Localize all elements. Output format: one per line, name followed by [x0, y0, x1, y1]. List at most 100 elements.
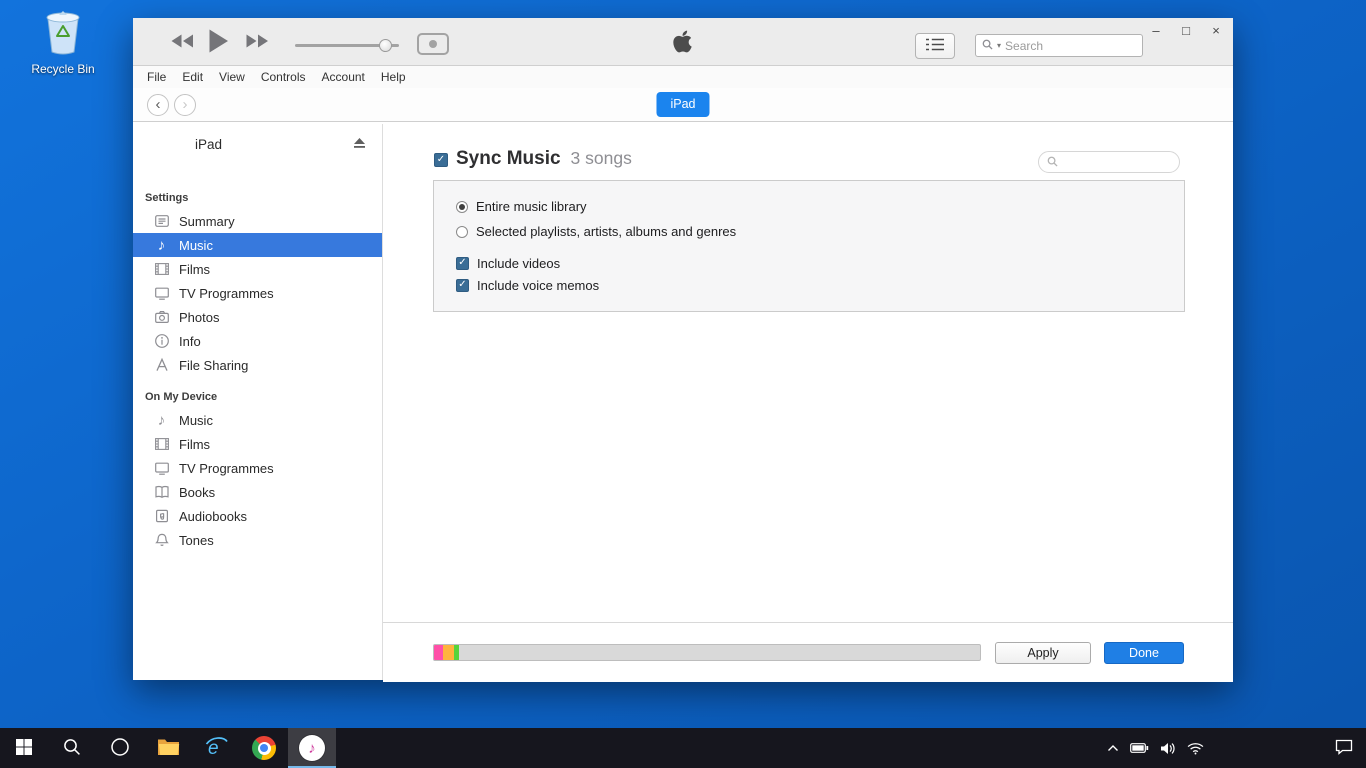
audiobooks-icon: [153, 508, 170, 524]
sidebar-item-summary[interactable]: Summary: [133, 209, 382, 233]
checkbox-include-voice-memos[interactable]: ✓ Include voice memos: [456, 274, 1184, 296]
battery-icon[interactable]: [1130, 743, 1149, 753]
sidebar-item-device-tones[interactable]: Tones: [133, 528, 382, 552]
menu-account[interactable]: Account: [316, 67, 375, 87]
apply-button[interactable]: Apply: [995, 642, 1091, 664]
taskbar-search-button[interactable]: [48, 728, 96, 768]
checkbox-label: Include voice memos: [477, 278, 599, 293]
airplay-icon: [429, 40, 437, 48]
maximize-button[interactable]: □: [1177, 23, 1195, 38]
play-button[interactable]: [207, 28, 229, 57]
sync-options-panel: Entire music library Selected playlists,…: [433, 180, 1185, 312]
checkmark-icon: ✓: [437, 155, 445, 165]
sidebar-item-device-tv-programmes[interactable]: TV Programmes: [133, 456, 382, 480]
checkbox-include-videos[interactable]: ✓ Include videos: [456, 252, 1184, 274]
search-icon: [63, 738, 81, 759]
sidebar-section-settings: Settings: [145, 192, 382, 204]
tv-icon: [153, 285, 170, 301]
minimize-button[interactable]: –: [1147, 23, 1165, 38]
list-view-icon: [925, 38, 945, 54]
chrome-icon: [252, 736, 276, 760]
file-explorer-icon: [157, 737, 180, 759]
chrome-button[interactable]: [240, 728, 288, 768]
capacity-bar: [433, 644, 981, 661]
radio-selected-icon: [456, 201, 468, 213]
forward-button[interactable]: ›: [174, 94, 196, 116]
eject-button[interactable]: [353, 137, 366, 152]
network-icon[interactable]: [1187, 742, 1204, 755]
apple-logo-icon: [673, 29, 692, 57]
volume-icon[interactable]: [1160, 742, 1176, 755]
window-controls: – □ ×: [1147, 23, 1225, 38]
sidebar-item-label: File Sharing: [179, 358, 248, 373]
file-sharing-icon: [153, 357, 170, 373]
nav-bar: ‹ › iPad: [133, 88, 1233, 122]
search-box[interactable]: ▾: [975, 34, 1143, 57]
action-center-button[interactable]: [1322, 728, 1366, 768]
sidebar-section-on-my-device: On My Device: [145, 391, 382, 403]
sidebar-item-file-sharing[interactable]: File Sharing: [133, 353, 382, 377]
sidebar-item-tv-programmes[interactable]: TV Programmes: [133, 281, 382, 305]
menu-help[interactable]: Help: [375, 67, 416, 87]
sidebar-item-device-films[interactable]: Films: [133, 432, 382, 456]
taskbar: e ♪: [0, 728, 1366, 768]
sidebar-item-music[interactable]: ♪ Music: [133, 233, 382, 257]
hidden-icons-chevron-icon[interactable]: [1107, 744, 1119, 752]
recycle-bin[interactable]: Recycle Bin: [28, 6, 98, 76]
sidebar-item-label: Audiobooks: [179, 509, 247, 524]
search-icon: [982, 38, 993, 53]
filter-search-input[interactable]: [1063, 155, 1171, 169]
ie-button[interactable]: e: [192, 728, 240, 768]
menu-file[interactable]: File: [141, 67, 176, 87]
menu-bar: File Edit View Controls Account Help: [133, 66, 1233, 88]
sidebar-item-label: Info: [179, 334, 201, 349]
sidebar-item-device-music[interactable]: ♪ Music: [133, 408, 382, 432]
sidebar-item-device-books[interactable]: Books: [133, 480, 382, 504]
filter-search-field[interactable]: [1038, 151, 1180, 173]
rewind-icon: [169, 37, 195, 52]
system-tray: [1107, 728, 1210, 768]
device-name: iPad: [195, 137, 222, 152]
search-input[interactable]: [1005, 39, 1136, 53]
radio-entire-music-library[interactable]: Entire music library: [456, 194, 1184, 219]
sidebar-item-info[interactable]: Info: [133, 329, 382, 353]
sidebar-item-films[interactable]: Films: [133, 257, 382, 281]
radio-selected-playlists[interactable]: Selected playlists, artists, albums and …: [456, 219, 1184, 244]
eject-icon: [353, 137, 366, 152]
sync-music-checkbox[interactable]: ✓: [434, 153, 448, 167]
file-explorer-button[interactable]: [144, 728, 192, 768]
done-button[interactable]: Done: [1104, 642, 1184, 664]
recycle-bin-icon: [40, 43, 86, 60]
sidebar-item-photos[interactable]: Photos: [133, 305, 382, 329]
sidebar-item-label: Films: [179, 437, 210, 452]
back-button[interactable]: ‹: [147, 94, 169, 116]
films-icon: [153, 436, 170, 452]
sidebar-item-device-audiobooks[interactable]: Audiobooks: [133, 504, 382, 528]
volume-thumb[interactable]: [379, 39, 392, 52]
menu-edit[interactable]: Edit: [176, 67, 213, 87]
cortana-button[interactable]: [96, 728, 144, 768]
books-icon: [153, 484, 170, 500]
footer-bar: Apply Done: [383, 622, 1233, 682]
search-dropdown-chevron-icon[interactable]: ▾: [997, 41, 1001, 50]
desktop: Recycle Bin: [0, 0, 1366, 768]
device-pill[interactable]: iPad: [656, 92, 709, 117]
titlebar[interactable]: ▾ – □ ×: [133, 18, 1233, 66]
volume-slider[interactable]: [295, 39, 399, 52]
itunes-button[interactable]: ♪: [288, 728, 336, 768]
main-content: ✓ Sync Music 3 songs Entire music librar…: [383, 124, 1233, 680]
sidebar-item-label: Music: [179, 413, 213, 428]
close-button[interactable]: ×: [1207, 23, 1225, 38]
next-button[interactable]: [245, 33, 271, 52]
menu-view[interactable]: View: [213, 67, 255, 87]
start-button[interactable]: [0, 728, 48, 768]
previous-button[interactable]: [169, 33, 195, 52]
list-view-button[interactable]: [915, 33, 955, 59]
svg-text:e: e: [208, 738, 219, 758]
airplay-button[interactable]: [417, 33, 449, 55]
itunes-window: ▾ – □ × File Edit View Controls Account …: [133, 18, 1233, 680]
capacity-segment-audio: [434, 645, 443, 660]
menu-controls[interactable]: Controls: [255, 67, 316, 87]
recycle-bin-label: Recycle Bin: [28, 62, 98, 76]
device-row: iPad: [133, 124, 382, 168]
